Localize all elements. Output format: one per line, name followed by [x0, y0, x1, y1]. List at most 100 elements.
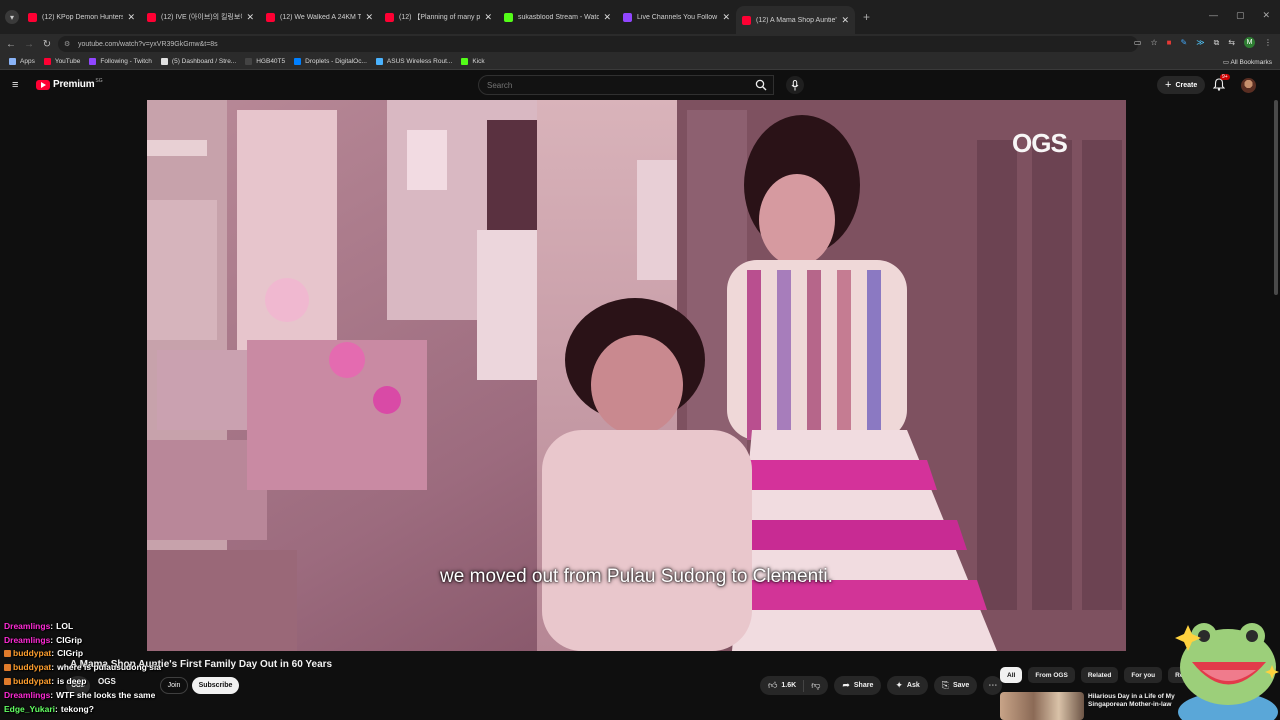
sparkle-icon: ✦	[895, 680, 903, 690]
bookmark-item[interactable]: (5) Dashboard / Stre...	[160, 58, 236, 65]
site-info-icon[interactable]: ⚙	[64, 40, 70, 48]
chat-separator: :	[51, 662, 55, 673]
bookmarks-bar: Apps YouTube Following - Twitch (5) Dashboa…	[0, 54, 1280, 70]
dislike-button[interactable]: 👎︎	[804, 680, 828, 691]
chat-separator: :	[55, 703, 58, 714]
user-avatar[interactable]	[1241, 78, 1256, 93]
video-actions: 👍︎ 1.6K 👎︎ ➦ Share ✦ Ask ⎘ Save ⋯	[760, 676, 1003, 695]
tab-close-icon[interactable]: ✕	[246, 12, 254, 23]
bookmark-item[interactable]: YouTube	[43, 58, 81, 65]
recommended-thumbnail[interactable]	[1000, 692, 1084, 720]
bookmark-item[interactable]: Droplets - DigitalOc...	[294, 58, 367, 65]
bookmark-star-icon[interactable]: ☆	[1150, 38, 1157, 47]
video-subtitle: we moved out from Pulau Sudong to Clemen…	[440, 566, 833, 587]
share-button[interactable]: ➦ Share	[834, 676, 882, 695]
browser-tab[interactable]: (12) A Mama Shop Auntie's ✕	[736, 6, 855, 34]
extension-teal-icon[interactable]: ≫	[1196, 38, 1204, 47]
region-code: SG	[95, 77, 103, 84]
extension-red-icon[interactable]: ■	[1167, 38, 1172, 47]
chat-separator: :	[51, 648, 55, 659]
tab-title: (12) A Mama Shop Auntie's	[756, 16, 838, 24]
tab-title: Live Channels You Follow - Twi	[637, 13, 718, 21]
bookmark-item[interactable]: Kick	[461, 58, 485, 65]
maximize-icon[interactable]: ▢	[1236, 10, 1245, 21]
tab-close-icon[interactable]: ✕	[722, 12, 730, 23]
chat-username[interactable]: Edge_Yukari	[4, 704, 55, 714]
tab-close-icon[interactable]: ✕	[127, 12, 135, 23]
bookmark-favicon-icon	[43, 58, 51, 65]
bookmark-item[interactable]: ASUS Wireless Rout...	[375, 58, 453, 65]
bookmark-item[interactable]: HGB40T5	[245, 58, 285, 65]
chat-username[interactable]: Dreamlings	[4, 621, 50, 631]
filter-chip[interactable]: All	[1000, 667, 1023, 683]
menu-icon[interactable]: ≡	[12, 80, 23, 91]
browser-menu-icon[interactable]: ⋮	[1264, 38, 1272, 47]
chat-text: LOL	[56, 620, 74, 631]
bookmark-favicon-icon	[294, 58, 302, 65]
minimize-icon[interactable]: —	[1209, 10, 1218, 21]
browser-tab-bar: ▾ (12) KPop Demon Hunters | Ho✕(12) IVE …	[0, 0, 1280, 34]
tab-search-icon[interactable]: ▾	[5, 10, 19, 24]
notifications-button[interactable]: 9+	[1212, 74, 1230, 96]
tab-favicon-icon	[504, 12, 513, 22]
youtube-logo[interactable]: Premium SG	[36, 77, 103, 90]
url-bar[interactable]: ⚙ youtube.com/watch?v=yxVR39GkGmw&t=8s	[58, 36, 1138, 52]
channel-watermark[interactable]: OGS	[1012, 128, 1068, 159]
address-toolbar: ← → ↻ ⚙ youtube.com/watch?v=yxVR39GkGmw&…	[0, 34, 1280, 54]
voice-search-button[interactable]	[786, 76, 804, 94]
youtube-play-icon	[36, 79, 50, 90]
recommended-title[interactable]: Hilarious Day in a Life of My Singaporea…	[1088, 693, 1178, 709]
chat-username[interactable]: Dreamlings	[4, 690, 50, 700]
browser-tab[interactable]: Live Channels You Follow - Twi ✕	[617, 5, 736, 29]
chat-text: where is pulausudong sia	[57, 662, 162, 673]
ask-button[interactable]: ✦ Ask	[887, 676, 928, 695]
bookmark-item[interactable]: Apps	[9, 58, 35, 65]
like-button[interactable]: 👍︎ 1.6K	[760, 679, 805, 692]
tab-close-icon[interactable]: ✕	[484, 12, 492, 23]
chat-username[interactable]: buddypat	[13, 648, 51, 658]
chat-username[interactable]: Dreamlings	[4, 635, 50, 645]
save-button[interactable]: ⎘ Save	[933, 676, 978, 695]
browser-tab[interactable]: (12) 【Planning of many people✕	[379, 5, 498, 29]
chat-text: WTF she looks the same	[56, 689, 156, 700]
browser-tab[interactable]: (12) IVE (아이브)의 킬링보이스 ✕	[141, 5, 260, 29]
bookmark-item[interactable]: Following - Twitch	[89, 58, 152, 65]
tab-favicon-icon	[623, 12, 632, 22]
search-input[interactable]	[487, 76, 747, 94]
browser-tab[interactable]: (12) We Walked A 24KM TRAIL✕	[260, 5, 379, 29]
window-controls: — ▢ ✕	[1209, 10, 1270, 21]
close-window-icon[interactable]: ✕	[1262, 10, 1270, 21]
like-dislike-group: 👍︎ 1.6K 👎︎	[760, 676, 829, 695]
reload-icon[interactable]: ↻	[38, 39, 56, 50]
translate-icon[interactable]: ⇆	[1228, 38, 1235, 47]
tab-favicon-icon	[147, 12, 156, 22]
filter-chip[interactable]: Related	[1080, 667, 1119, 683]
tab-close-icon[interactable]: ✕	[841, 15, 849, 26]
bookmark-label: YouTube	[54, 58, 81, 65]
bookmark-favicon-icon	[461, 58, 469, 65]
chat-username[interactable]: buddypat	[13, 676, 51, 686]
bookmark-favicon-icon	[9, 58, 16, 65]
filter-chip[interactable]: For you	[1124, 667, 1163, 683]
bookmark-label: ASUS Wireless Rout...	[386, 58, 453, 65]
microphone-icon	[791, 79, 799, 90]
browser-tab[interactable]: (12) KPop Demon Hunters | Ho✕	[22, 5, 141, 29]
forward-icon[interactable]: →	[20, 39, 38, 50]
profile-avatar[interactable]: M	[1244, 37, 1255, 48]
all-bookmarks[interactable]: ▭ All Bookmarks	[1223, 58, 1272, 66]
browser-tab[interactable]: sukasblood Stream - Watch Liv✕	[498, 5, 617, 29]
cast-icon[interactable]: ▭	[1134, 38, 1142, 47]
chat-username[interactable]: buddypat	[13, 662, 51, 672]
tab-close-icon[interactable]: ✕	[365, 12, 373, 23]
tab-close-icon[interactable]: ✕	[603, 12, 611, 23]
extension-blue-icon[interactable]: ✎	[1181, 38, 1188, 47]
back-icon[interactable]: ←	[2, 39, 20, 50]
new-tab-icon[interactable]: +	[863, 10, 870, 24]
page-scrollbar[interactable]	[1274, 100, 1278, 295]
notification-count: 9+	[1220, 74, 1230, 80]
filter-chip[interactable]: From OGS	[1028, 667, 1075, 683]
tab-title: (12) KPop Demon Hunters | Ho	[42, 13, 124, 21]
create-button[interactable]: + Create	[1157, 76, 1206, 94]
search-button[interactable]	[748, 75, 774, 95]
extensions-puzzle-icon[interactable]: ⧉	[1214, 38, 1220, 48]
